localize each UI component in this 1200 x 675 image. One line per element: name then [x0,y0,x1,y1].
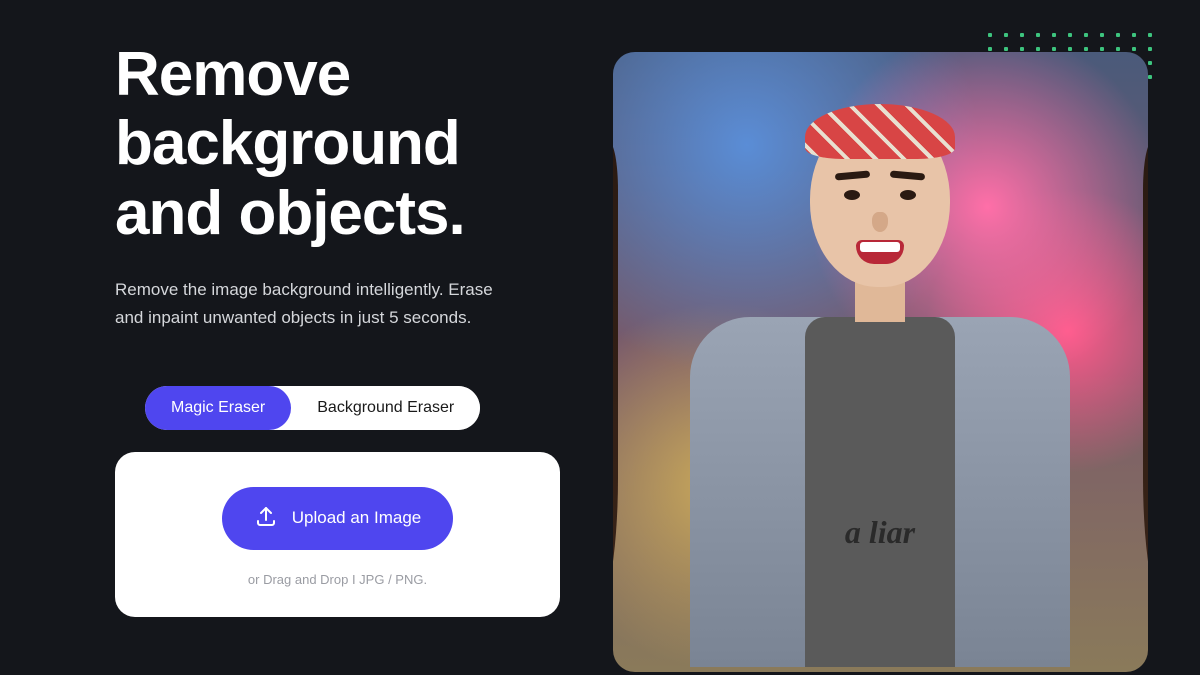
tab-background-eraser[interactable]: Background Eraser [291,386,480,430]
upload-image-button[interactable]: Upload an Image [222,487,453,550]
upload-card[interactable]: Upload an Image or Drag and Drop I JPG /… [115,452,560,617]
tab-magic-eraser[interactable]: Magic Eraser [145,386,291,430]
upload-icon [254,504,278,533]
hero-subheadline: Remove the image background intelligentl… [115,276,515,330]
mode-tabs: Magic Eraser Background Eraser [145,386,480,430]
upload-button-label: Upload an Image [292,508,421,528]
upload-drop-hint: or Drag and Drop I JPG / PNG. [248,572,427,587]
hero-sample-image: a liar [613,52,1148,672]
hero-headline: Remove background and objects. [115,40,560,248]
